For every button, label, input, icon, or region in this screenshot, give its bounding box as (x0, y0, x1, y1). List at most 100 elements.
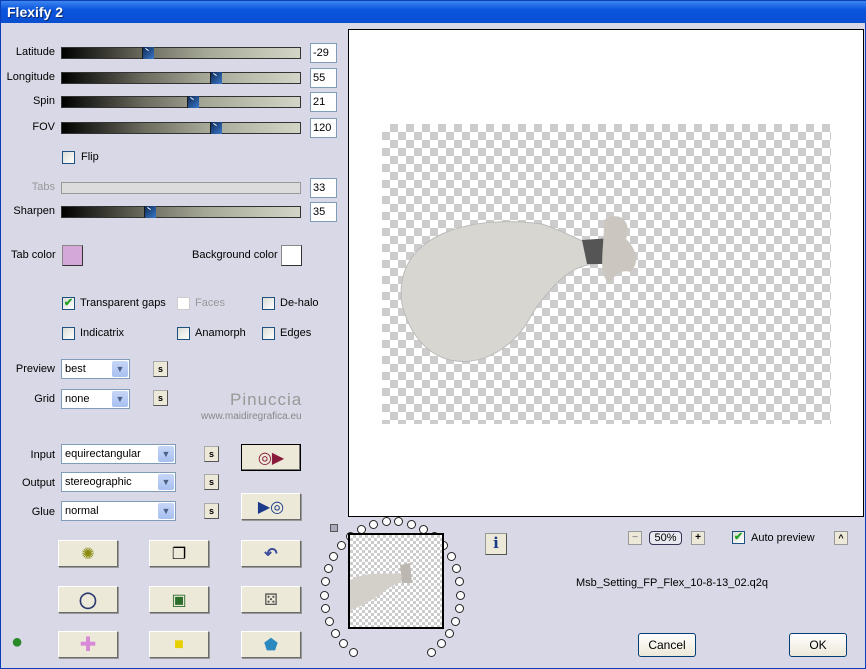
spin-label: Spin (32, 95, 55, 107)
cross-button[interactable]: ✚ (58, 631, 118, 658)
ring-position-dot[interactable] (446, 551, 456, 561)
ring-position-dot[interactable] (445, 628, 455, 638)
spin-slider-thumb[interactable] (187, 96, 200, 108)
ring-position-dot[interactable] (452, 564, 462, 574)
ring-position-dot[interactable] (336, 541, 346, 551)
ring-position-dot[interactable] (320, 577, 330, 587)
ring-position-dot[interactable] (321, 604, 331, 613)
output-save-button[interactable]: s (204, 474, 219, 490)
copy-button[interactable]: ❐ (149, 540, 209, 567)
tab-color-swatch[interactable] (62, 245, 83, 266)
auto-preview-label: Auto preview (751, 532, 815, 544)
sharpen-label: Sharpen (13, 205, 55, 217)
ring-position-dot[interactable] (427, 647, 437, 657)
reset-button[interactable]: ◯ (58, 586, 118, 613)
ring-start-handle[interactable] (330, 524, 338, 532)
anamorph-checkbox[interactable] (177, 327, 190, 340)
ring-position-dot[interactable] (456, 590, 466, 600)
ring-position-dot[interactable] (369, 519, 379, 529)
preview-save-button[interactable]: s (153, 361, 168, 377)
zoom-out-button[interactable]: − (628, 531, 642, 545)
sharpen-value-field[interactable]: 35 (310, 202, 337, 222)
undo-button[interactable]: ↶ (241, 540, 301, 567)
brick-button[interactable]: ■ (149, 631, 209, 658)
spin-value-field[interactable]: 21 (310, 92, 337, 112)
ring-position-dot[interactable] (339, 639, 348, 649)
watermark-name: Pinuccia (230, 390, 303, 409)
chevron-down-icon: ▼ (158, 503, 174, 519)
sharpen-slider-thumb[interactable] (144, 206, 157, 218)
latitude-slider[interactable] (61, 47, 301, 59)
randomize-button[interactable]: ⚄ (241, 586, 301, 613)
transparent-gaps-checkbox[interactable]: ✔ (62, 297, 75, 310)
preview-select[interactable]: best ▼ (61, 359, 130, 379)
longitude-slider[interactable] (61, 72, 301, 84)
zoom-in-button[interactable]: + (691, 531, 705, 545)
grid-select[interactable]: none ▼ (61, 389, 130, 409)
collapse-button[interactable]: ^ (834, 531, 848, 545)
tab-color-label: Tab color (11, 249, 56, 261)
transparent-preview-area (382, 124, 831, 424)
auto-preview-checkbox[interactable]: ✔ (732, 531, 745, 544)
ring-position-dot[interactable] (323, 564, 333, 574)
ring-position-dot[interactable] (451, 616, 461, 626)
save-settings-button[interactable]: ▶◎ (241, 493, 301, 520)
ring-position-dot[interactable] (329, 551, 339, 561)
sharpen-slider[interactable] (61, 206, 301, 218)
ring-position-dot[interactable] (324, 616, 334, 626)
background-color-label: Background color (192, 249, 278, 261)
cancel-button[interactable]: Cancel (638, 633, 696, 657)
longitude-slider-thumb[interactable] (210, 72, 223, 84)
flip-label: Flip (81, 151, 99, 163)
glue-select[interactable]: normal ▼ (61, 501, 176, 521)
latitude-value-field[interactable]: -29 (310, 43, 337, 63)
edges-label: Edges (280, 327, 312, 339)
flip-checkbox[interactable] (62, 151, 75, 164)
chevron-down-icon: ▼ (158, 474, 174, 490)
ring-position-dot[interactable] (330, 628, 340, 638)
ring-position-dot[interactable] (381, 517, 391, 527)
square-button[interactable]: ▣ (149, 586, 209, 613)
polyhedron-button[interactable]: ⬟ (241, 631, 301, 658)
input-save-button[interactable]: s (204, 446, 219, 462)
input-select-value: equirectangular (65, 448, 141, 460)
ring-position-dot[interactable] (319, 590, 329, 600)
undo-icon: ↶ (264, 545, 278, 563)
flaming-pear-logo-icon: ● (11, 631, 24, 653)
longitude-value-field[interactable]: 55 (310, 68, 337, 88)
fov-slider[interactable] (61, 122, 301, 134)
background-color-swatch[interactable] (281, 245, 302, 266)
anamorph-label: Anamorph (195, 327, 246, 339)
load-settings-button[interactable]: ◎▶ (241, 444, 301, 471)
ring-position-dot[interactable] (406, 519, 416, 529)
about-button[interactable]: ✺ (58, 540, 118, 567)
tabs-value-field[interactable]: 33 (310, 178, 337, 198)
ring-position-dot[interactable] (394, 517, 404, 527)
pages-icon: ❐ (171, 545, 187, 563)
arrow-disc-icon: ▶◎ (257, 498, 285, 516)
latitude-slider-thumb[interactable] (141, 47, 154, 59)
ring-position-dot[interactable] (436, 639, 446, 649)
glue-select-value: normal (65, 505, 99, 517)
input-label: Input (30, 449, 55, 461)
ok-button[interactable]: OK (789, 633, 847, 657)
green-square-icon: ▣ (171, 591, 187, 609)
fov-slider-thumb[interactable] (210, 122, 223, 134)
navigator-thumbnail[interactable] (348, 533, 444, 629)
spin-slider[interactable] (61, 96, 301, 108)
preview-canvas[interactable] (348, 29, 864, 517)
de-halo-label: De-halo (280, 297, 319, 309)
output-select[interactable]: stereographic ▼ (61, 472, 176, 492)
ring-position-dot[interactable] (348, 647, 358, 657)
grid-save-button[interactable]: s (153, 390, 168, 406)
ring-position-dot[interactable] (455, 577, 465, 587)
ring-position-dot[interactable] (454, 604, 464, 613)
input-select[interactable]: equirectangular ▼ (61, 444, 176, 464)
watermark-url: www.maidiregrafica.eu (201, 411, 302, 422)
de-halo-checkbox[interactable] (262, 297, 275, 310)
fov-value-field[interactable]: 120 (310, 118, 337, 138)
edges-checkbox[interactable] (262, 327, 275, 340)
info-button[interactable]: i (485, 533, 507, 555)
glue-save-button[interactable]: s (204, 503, 219, 519)
indicatrix-checkbox[interactable] (62, 327, 75, 340)
